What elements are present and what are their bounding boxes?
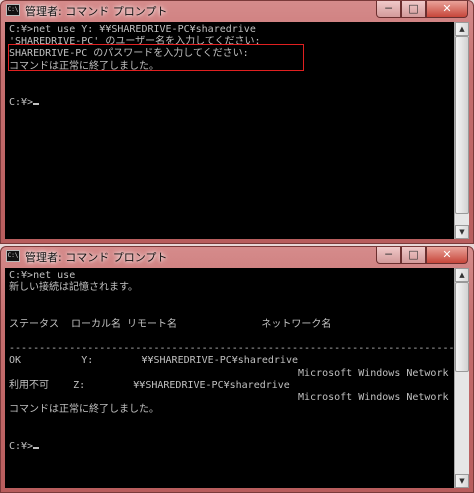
scroll-up-arrow-icon[interactable]: ▲ (455, 22, 469, 36)
console-prompt: C:¥> (9, 97, 34, 109)
vertical-scrollbar[interactable]: ▲ ▼ (454, 22, 469, 239)
close-button[interactable]: ✕ (426, 1, 468, 18)
window-title: 管理者: コマンド プロンプト (25, 5, 168, 18)
table-divider: ----------------------------------------… (9, 343, 454, 355)
console-icon[interactable]: C:\ (6, 250, 20, 262)
title-bar[interactable]: C:\ 管理者: コマンド プロンプト ─ □ ✕ (1, 1, 473, 21)
text-cursor (33, 446, 40, 449)
minimize-button[interactable]: ─ (376, 1, 401, 18)
table-row-network: Microsoft Windows Network (9, 367, 449, 379)
close-button[interactable]: ✕ (426, 247, 468, 264)
scroll-thumb[interactable] (455, 36, 469, 214)
minimize-button[interactable]: ─ (376, 247, 401, 264)
scroll-down-arrow-icon[interactable]: ▼ (455, 474, 469, 488)
title-bar[interactable]: C:\ 管理者: コマンド プロンプト ─ □ ✕ (1, 247, 473, 267)
maximize-button[interactable]: □ (401, 1, 426, 18)
command-prompt-window-1[interactable]: C:\ 管理者: コマンド プロンプト ─ □ ✕ C:¥>net use Y:… (0, 0, 474, 244)
console-icon[interactable]: C:\ (6, 4, 20, 16)
text-cursor (33, 103, 40, 106)
console-output[interactable]: C:¥>net use 新しい接続は記憶されます。 ステータス ローカル名 リモ… (5, 268, 454, 488)
table-row: OK Y: ¥¥SHAREDRIVE-PC¥sharedrive (9, 355, 298, 367)
maximize-button[interactable]: □ (401, 247, 426, 264)
command-prompt-window-2[interactable]: C:\ 管理者: コマンド プロンプト ─ □ ✕ C:¥>net use 新し… (0, 246, 474, 493)
scroll-down-arrow-icon[interactable]: ▼ (455, 225, 469, 239)
console-prompt: C:¥> (9, 440, 34, 452)
table-header: ステータス ローカル名 リモート名 ネットワーク名 (9, 318, 332, 330)
window-title: 管理者: コマンド プロンプト (25, 251, 168, 264)
console-line: C:¥>net use (9, 270, 76, 281)
highlight-box (8, 44, 304, 71)
scroll-up-arrow-icon[interactable]: ▲ (455, 268, 469, 282)
console-line: 新しい接続は記憶されます。 (9, 282, 138, 294)
console-output[interactable]: C:¥>net use Y: ¥¥SHAREDRIVE-PC¥sharedriv… (5, 22, 454, 239)
console-line: C:¥>net use Y: ¥¥SHAREDRIVE-PC¥sharedriv… (9, 24, 256, 35)
table-row-network: Microsoft Windows Network (9, 392, 449, 404)
console-line: コマンドは正常に終了しました。 (9, 404, 159, 416)
table-row: 利用不可 Z: ¥¥SHAREDRIVE-PC¥sharedrive (9, 379, 290, 391)
scroll-thumb[interactable] (455, 282, 469, 372)
vertical-scrollbar[interactable]: ▲ ▼ (454, 268, 469, 488)
